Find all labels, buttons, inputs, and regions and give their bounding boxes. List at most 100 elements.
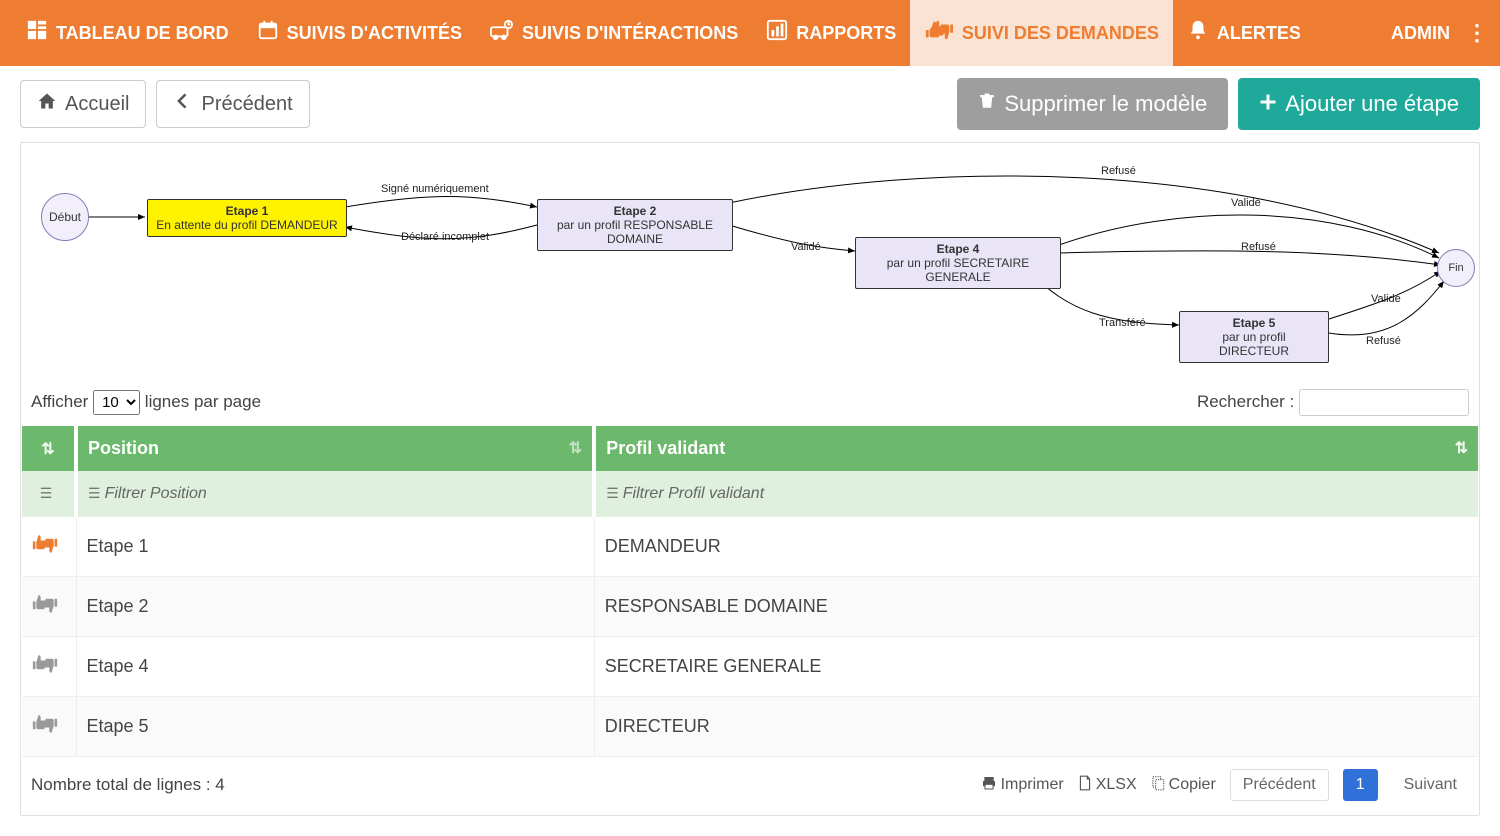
plus-icon (1259, 91, 1277, 117)
table-row[interactable]: Etape 5 DIRECTEUR (22, 697, 1478, 757)
diagram-node-etape1[interactable]: Etape 1 En attente du profil DEMANDEUR (147, 199, 347, 237)
nav-label: SUIVIS D'INTÉRACTIONS (522, 23, 738, 44)
edge-label: Validé (789, 241, 823, 253)
edge-label: Refusé (1099, 165, 1138, 177)
node-sub: par un profil DIRECTEUR (1188, 330, 1320, 358)
workflow-diagram: Début Etape 1 En attente du profil DEMAN… (29, 153, 1471, 373)
nav-label: SUIVIS D'ACTIVITÉS (287, 23, 462, 44)
filter-profil[interactable]: ☰Filtrer Profil validant (594, 471, 1478, 517)
col-profil[interactable]: Profil validant ⇅ (594, 426, 1478, 471)
filter-icon-cell[interactable]: ☰ (22, 471, 76, 517)
sort-icon: ⇅ (569, 438, 582, 458)
nav-alerts[interactable]: ALERTES (1173, 0, 1315, 66)
add-step-button[interactable]: Ajouter une étape (1238, 78, 1480, 130)
table-row[interactable]: Etape 1 DEMANDEUR (22, 517, 1478, 577)
copy-button[interactable]: Copier (1151, 775, 1216, 796)
thumbs-icon (924, 19, 954, 47)
filter-icon: ☰ (606, 485, 619, 501)
calendar-icon (257, 19, 279, 47)
nav-dashboard[interactable]: TABLEAU DE BORD (12, 0, 243, 66)
page-1-button[interactable]: 1 (1343, 769, 1378, 801)
action-bar: Accueil Précédent Supprimer le modèle Aj… (0, 66, 1500, 142)
diagram-node-etape4[interactable]: Etape 4 par un profil SECRETAIRE GENERAL… (855, 237, 1061, 289)
diagram-node-etape2[interactable]: Etape 2 par un profil RESPONSABLE DOMAIN… (537, 199, 733, 251)
prev-page-button[interactable]: Précédent (1230, 769, 1329, 801)
edge-label: Signé numériquement (379, 183, 491, 195)
cell-profil: DEMANDEUR (594, 517, 1478, 577)
nav-interactions[interactable]: SUIVIS D'INTÉRACTIONS (476, 0, 752, 66)
nav-label: ALERTES (1217, 23, 1301, 44)
bell-icon (1187, 19, 1209, 47)
cell-position: Etape 1 (76, 517, 594, 577)
diagram-end-node: Fin (1437, 249, 1475, 287)
nav-reports[interactable]: RAPPORTS (752, 0, 910, 66)
col-label: Position (88, 438, 159, 458)
more-menu-icon[interactable]: ⋮ (1466, 22, 1488, 44)
thumbs-icon (32, 719, 58, 739)
node-title: Etape 4 (864, 242, 1052, 256)
sort-icon: ⇅ (41, 441, 54, 458)
node-title: Etape 5 (1188, 316, 1320, 330)
search-label: Rechercher : (1197, 392, 1294, 411)
admin-label[interactable]: ADMIN (1391, 23, 1450, 44)
cell-position: Etape 2 (76, 577, 594, 637)
table-row[interactable]: Etape 4 SECRETAIRE GENERALE (22, 637, 1478, 697)
filter-position[interactable]: ☰Filtrer Position (76, 471, 594, 517)
table-row[interactable]: Etape 2 RESPONSABLE DOMAINE (22, 577, 1478, 637)
col-position[interactable]: Position ⇅ (76, 426, 594, 471)
back-label: Précédent (201, 93, 292, 116)
print-button[interactable]: Imprimer (981, 775, 1064, 796)
delete-model-button[interactable]: Supprimer le modèle (957, 78, 1228, 130)
nav-activities[interactable]: SUIVIS D'ACTIVITÉS (243, 0, 476, 66)
cell-profil: DIRECTEUR (594, 697, 1478, 757)
diagram-start-node: Début (41, 193, 89, 241)
sort-icon: ⇅ (1455, 438, 1468, 458)
col-label: Profil validant (606, 438, 725, 458)
add-label: Ajouter une étape (1285, 91, 1459, 117)
nav-label: TABLEAU DE BORD (56, 23, 229, 44)
back-icon (173, 91, 193, 117)
dashboard-icon (26, 19, 48, 47)
thumbs-icon (32, 659, 58, 679)
diagram-node-etape5[interactable]: Etape 5 par un profil DIRECTEUR (1179, 311, 1329, 363)
cell-profil: SECRETAIRE GENERALE (594, 637, 1478, 697)
interaction-icon (490, 19, 514, 47)
table-footer: Nombre total de lignes : 4 Imprimer XLSX… (21, 757, 1479, 805)
print-icon (981, 775, 997, 796)
col-sort[interactable]: ⇅ (22, 426, 76, 471)
edge-label: Validé (1229, 197, 1263, 209)
nav-suivi-demandes[interactable]: SUIVI DES DEMANDES (910, 0, 1173, 66)
start-label: Début (49, 210, 81, 224)
filter-icon: ☰ (88, 485, 101, 501)
nav-label: SUIVI DES DEMANDES (962, 23, 1159, 44)
back-button[interactable]: Précédent (156, 80, 309, 128)
home-label: Accueil (65, 93, 129, 116)
next-page-button[interactable]: Suivant (1392, 770, 1469, 800)
edge-label: Refusé (1239, 241, 1278, 253)
cell-position: Etape 5 (76, 697, 594, 757)
thumbs-icon (32, 539, 58, 559)
xlsx-button[interactable]: XLSX (1078, 775, 1137, 796)
filter-icon: ☰ (40, 485, 53, 501)
home-button[interactable]: Accueil (20, 80, 146, 128)
node-title: Etape 2 (546, 204, 724, 218)
show-label-post: lignes par page (145, 392, 261, 411)
search-input[interactable] (1299, 389, 1469, 416)
page-size-select[interactable]: 10 (93, 390, 140, 415)
trash-icon (978, 91, 996, 117)
file-icon (1078, 775, 1092, 796)
copy-icon (1151, 775, 1165, 796)
node-sub: En attente du profil DEMANDEUR (156, 218, 338, 232)
thumbs-icon (32, 599, 58, 619)
edge-label: Transféré (1097, 317, 1148, 329)
edge-label: Déclaré incomplet (399, 231, 491, 243)
node-sub: par un profil SECRETAIRE GENERALE (864, 256, 1052, 284)
node-sub: par un profil RESPONSABLE DOMAINE (546, 218, 724, 246)
nav-label: RAPPORTS (796, 23, 896, 44)
table-controls: Afficher 10 lignes par page Rechercher : (21, 383, 1479, 426)
top-nav: TABLEAU DE BORD SUIVIS D'ACTIVITÉS SUIVI… (0, 0, 1500, 66)
node-title: Etape 1 (156, 204, 338, 218)
content-panel: Début Etape 1 En attente du profil DEMAN… (20, 142, 1480, 816)
cell-position: Etape 4 (76, 637, 594, 697)
delete-label: Supprimer le modèle (1004, 91, 1207, 117)
